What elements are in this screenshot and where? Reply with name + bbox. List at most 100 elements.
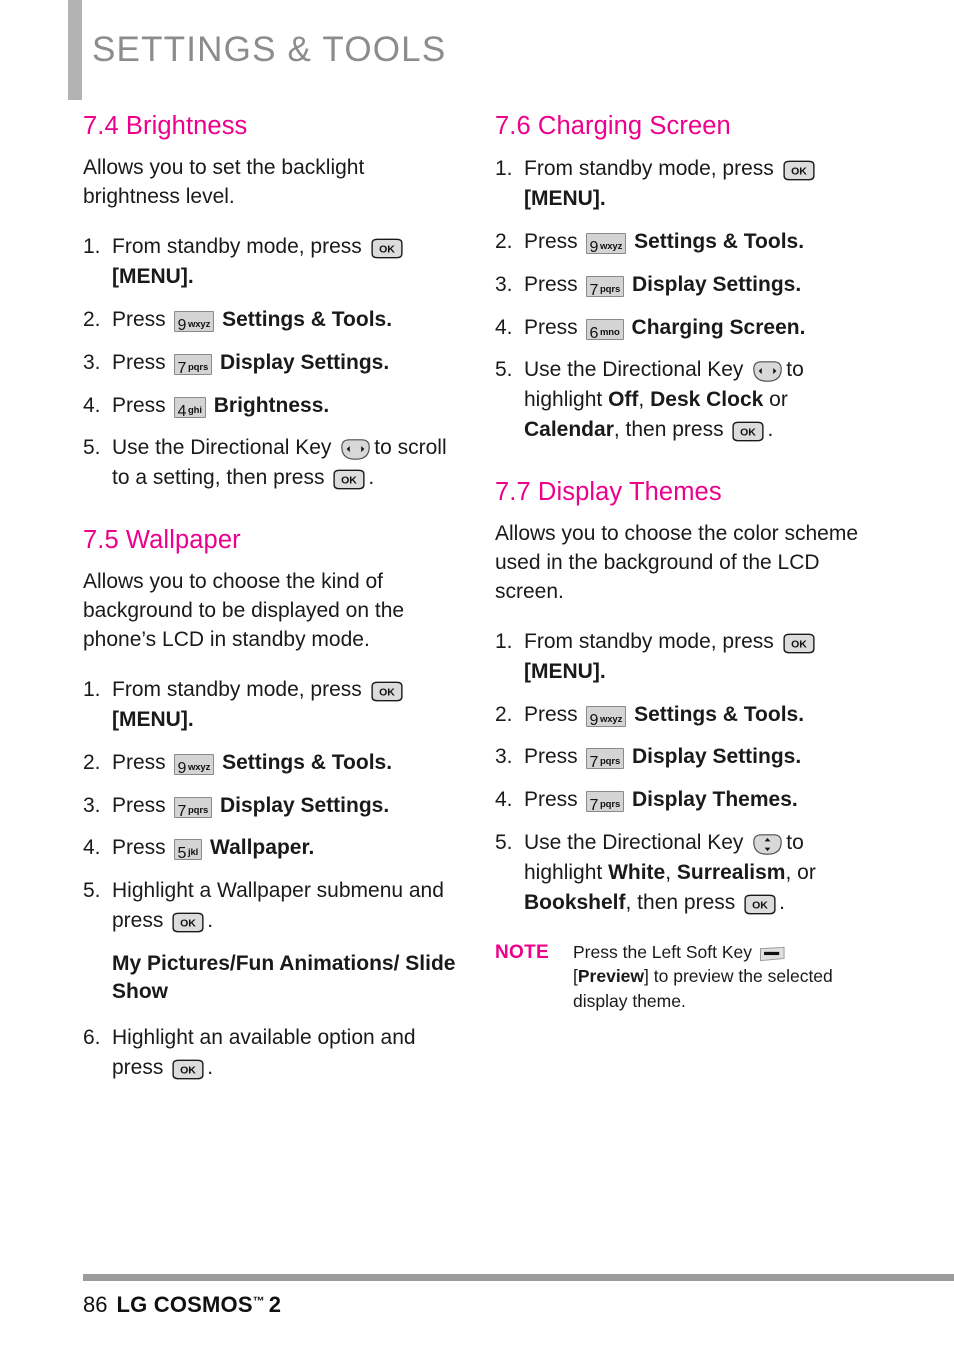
step-item: 4. Press 5 jkl Wallpaper.: [83, 833, 461, 863]
step-item: 5. Use the Directional Key to highlight O…: [495, 355, 873, 444]
step-menu-label: Brightness.: [213, 393, 330, 417]
page-number: 86: [83, 1292, 108, 1317]
step-text: Press: [524, 702, 578, 726]
note-text: Press the Left Soft Key: [573, 941, 752, 962]
step-number: 1.: [83, 678, 101, 702]
chapter-accent-bar: [68, 0, 82, 100]
step-menu-label: Settings & Tools.: [222, 307, 393, 331]
svg-text:OK: OK: [752, 899, 768, 911]
step-menu-label: Settings & Tools.: [634, 702, 805, 726]
step-item: 4. Press 4 ghi Brightness.: [83, 391, 461, 421]
step-number: 1.: [83, 235, 101, 259]
step-menu-label: [MENU].: [524, 187, 606, 211]
step-number: 2.: [83, 307, 101, 331]
step-number: 2.: [495, 229, 513, 253]
section-intro-brightness: Allows you to set the backlight brightne…: [83, 156, 365, 209]
option-surrealism: Surrealism: [676, 860, 786, 884]
option-calendar: Calendar: [524, 418, 614, 441]
step-item: 3. Press 7 pqrs Display Settings.: [83, 791, 461, 821]
svg-text:OK: OK: [741, 427, 757, 439]
section-intro-wallpaper: Allows you to choose the kind of backgro…: [83, 570, 405, 652]
left-column: 7.4 Brightness Allows you to set the bac…: [83, 112, 461, 1096]
step-text: .: [779, 890, 785, 914]
step-text: Highlight a Wallpaper submenu and press: [112, 879, 444, 933]
step-menu-label: [MENU].: [112, 265, 194, 289]
numeric-key-icon-9: 9 wxyz: [585, 705, 627, 728]
model-number: 2: [268, 1292, 282, 1317]
step-number: 3.: [495, 745, 513, 769]
step-item: 1. From standby mode, press OK [MENU].: [83, 232, 461, 292]
step-number: 3.: [495, 272, 513, 296]
step-menu-label: Display Settings.: [631, 272, 802, 296]
step-text: .: [207, 1055, 214, 1079]
numeric-key-icon-7: 7 pqrs: [585, 791, 625, 814]
step-item: 5. Use the Directional Key to scroll to a…: [83, 433, 461, 493]
separator: or: [769, 388, 788, 412]
note-label: NOTE: [495, 941, 549, 963]
step-item: 2. Press 9 wxyz Settings & Tools.: [83, 748, 461, 778]
step-text: Press: [524, 272, 578, 296]
ok-key-icon: OK: [369, 681, 405, 702]
step-menu-label: Display Themes.: [631, 788, 798, 812]
step-item: 2. Press 9 wxyz Settings & Tools.: [495, 700, 873, 730]
step-item: 1. From standby mode, press OK [MENU].: [83, 675, 461, 735]
step-text: Press: [524, 229, 578, 253]
section-heading-display-themes: 7.7 Display Themes: [495, 477, 722, 506]
ok-key-icon: OK: [170, 912, 206, 933]
step-menu-label: Settings & Tools.: [634, 229, 805, 253]
step-menu-label: [MENU].: [112, 707, 194, 731]
step-number: 5.: [83, 436, 101, 460]
numeric-key-icon-5: 5 jkl: [173, 839, 203, 862]
ok-key-icon: OK: [331, 469, 367, 490]
option-bookshelf: Bookshelf: [524, 890, 626, 914]
wallpaper-submenu-options: My Pictures/Fun Animations/ Slide Show: [112, 951, 456, 1004]
book-title: LG COSMOS: [116, 1292, 253, 1317]
step-text: Use the Directional Key: [112, 436, 332, 460]
steps-wallpaper: 1. From standby mode, press OK [MENU]. 2.…: [83, 675, 461, 1082]
section-heading-brightness: 7.4 Brightness: [83, 112, 248, 140]
step-text: Press: [112, 350, 166, 374]
step-text: From standby mode, press: [524, 157, 774, 181]
step-text: Press: [524, 745, 578, 769]
note-bracket-close: ]: [644, 966, 649, 987]
steps-charging-screen: 1. From standby mode, press OK [MENU]. 2.…: [495, 154, 873, 445]
svg-text:OK: OK: [180, 918, 196, 930]
step-text: Press: [524, 315, 578, 339]
step-item: 1. From standby mode, press OK [MENU].: [495, 154, 873, 214]
option-off: Off: [608, 388, 639, 412]
step-text: Use the Directional Key: [524, 831, 744, 855]
section-heading-charging-screen: 7.6 Charging Screen: [495, 112, 731, 140]
step-item: 2. Press 9 wxyz Settings & Tools.: [83, 305, 461, 335]
directional-key-horizontal-icon: [751, 360, 784, 383]
numeric-key-icon-7: 7 pqrs: [173, 796, 213, 819]
step-text: Press: [112, 793, 166, 817]
step-number: 5.: [495, 358, 513, 382]
steps-display-themes: 1. From standby mode, press OK [MENU]. 2.…: [495, 627, 873, 918]
section-heading-wallpaper: 7.5 Wallpaper: [83, 525, 241, 554]
step-text: .: [207, 909, 214, 933]
steps-brightness: 1. From standby mode, press OK [MENU]. 2.…: [83, 232, 461, 493]
footer: 86 LG COSMOS™ 2: [83, 1292, 281, 1318]
option-white: White: [608, 860, 666, 884]
step-text: .: [368, 466, 375, 490]
step-text: .: [767, 418, 774, 441]
step-menu-label: Settings & Tools.: [222, 750, 393, 774]
step-number: 2.: [83, 750, 101, 774]
svg-text:OK: OK: [791, 166, 807, 178]
separator: , or: [785, 860, 816, 884]
step-item: 4. Press 7 pqrs Display Themes.: [495, 785, 873, 815]
left-soft-key-icon: [759, 946, 786, 962]
ok-key-icon: OK: [781, 160, 817, 181]
svg-text:OK: OK: [180, 1064, 196, 1076]
option-desk-clock: Desk Clock: [650, 388, 764, 412]
step-number: 4.: [495, 315, 513, 339]
trademark-symbol: ™: [252, 1294, 265, 1308]
step-text: , then press: [625, 890, 736, 914]
numeric-key-icon-7: 7 pqrs: [585, 275, 625, 298]
step-menu-label: Charging Screen.: [631, 315, 806, 339]
step-number: 3.: [83, 350, 101, 374]
numeric-key-icon-4: 4 ghi: [173, 396, 206, 419]
step-menu-label: [MENU].: [524, 659, 606, 683]
step-item: 3. Press 7 pqrs Display Settings.: [495, 270, 873, 300]
step-text: Use the Directional Key: [524, 358, 744, 382]
